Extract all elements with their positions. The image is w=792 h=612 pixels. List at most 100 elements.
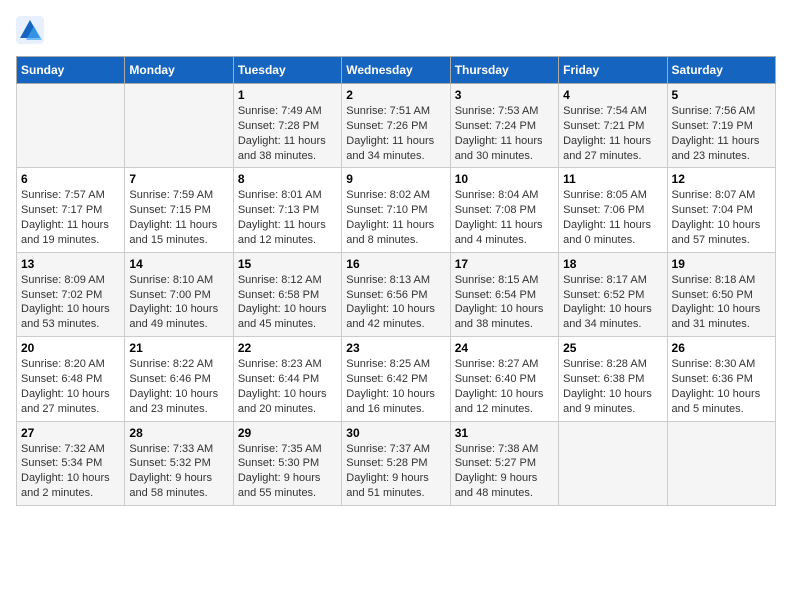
calendar-cell: 6 Sunrise: 7:57 AM Sunset: 7:17 PM Daylig… <box>17 168 125 252</box>
day-number: 9 <box>346 172 445 186</box>
day-number: 2 <box>346 88 445 102</box>
day-info: Sunrise: 8:02 AM Sunset: 7:10 PM Dayligh… <box>346 188 445 247</box>
page-header <box>16 16 776 44</box>
calendar-cell: 19 Sunrise: 8:18 AM Sunset: 6:50 PM Dayli… <box>667 252 775 336</box>
calendar-cell: 10 Sunrise: 8:04 AM Sunset: 7:08 PM Dayli… <box>450 168 558 252</box>
day-info: Sunrise: 8:10 AM Sunset: 7:00 PM Dayligh… <box>129 273 228 332</box>
day-info: Sunrise: 7:59 AM Sunset: 7:15 PM Dayligh… <box>129 188 228 247</box>
calendar-cell: 3 Sunrise: 7:53 AM Sunset: 7:24 PM Daylig… <box>450 84 558 168</box>
day-number: 26 <box>672 341 771 355</box>
day-info: Sunrise: 7:53 AM Sunset: 7:24 PM Dayligh… <box>455 104 554 163</box>
calendar-cell <box>667 421 775 505</box>
calendar-cell: 28Sunrise: 7:33 AM Sunset: 5:32 PM Dayli… <box>125 421 233 505</box>
day-info: Sunrise: 8:20 AM Sunset: 6:48 PM Dayligh… <box>21 357 120 416</box>
day-info: Sunrise: 7:32 AM Sunset: 5:34 PM Dayligh… <box>21 442 120 501</box>
col-header-monday: Monday <box>125 57 233 84</box>
day-info: Sunrise: 8:07 AM Sunset: 7:04 PM Dayligh… <box>672 188 771 247</box>
calendar-cell: 4 Sunrise: 7:54 AM Sunset: 7:21 PM Daylig… <box>559 84 667 168</box>
calendar-cell <box>125 84 233 168</box>
day-number: 6 <box>21 172 120 186</box>
day-number: 14 <box>129 257 228 271</box>
day-number: 21 <box>129 341 228 355</box>
day-number: 25 <box>563 341 662 355</box>
day-info: Sunrise: 8:28 AM Sunset: 6:38 PM Dayligh… <box>563 357 662 416</box>
day-info: Sunrise: 8:25 AM Sunset: 6:42 PM Dayligh… <box>346 357 445 416</box>
day-number: 10 <box>455 172 554 186</box>
col-header-saturday: Saturday <box>667 57 775 84</box>
calendar-cell: 27 Sunrise: 7:32 AM Sunset: 5:34 PM Dayli… <box>17 421 125 505</box>
day-number: 29 <box>238 426 337 440</box>
day-info: Sunrise: 8:18 AM Sunset: 6:50 PM Dayligh… <box>672 273 771 332</box>
day-number: 28 <box>129 426 228 440</box>
calendar-cell: 21 Sunrise: 8:22 AM Sunset: 6:46 PM Dayli… <box>125 337 233 421</box>
calendar-cell: 24 Sunrise: 8:27 AM Sunset: 6:40 PM Dayli… <box>450 337 558 421</box>
day-number: 27 <box>21 426 120 440</box>
col-header-tuesday: Tuesday <box>233 57 341 84</box>
day-number: 5 <box>672 88 771 102</box>
week-row-1: 1 Sunrise: 7:49 AM Sunset: 7:28 PM Daylig… <box>17 84 776 168</box>
day-number: 23 <box>346 341 445 355</box>
day-info: Sunrise: 8:04 AM Sunset: 7:08 PM Dayligh… <box>455 188 554 247</box>
day-info: Sunrise: 8:17 AM Sunset: 6:52 PM Dayligh… <box>563 273 662 332</box>
day-number: 20 <box>21 341 120 355</box>
calendar-cell: 30 Sunrise: 7:37 AM Sunset: 5:28 PM Dayli… <box>342 421 450 505</box>
calendar-cell <box>17 84 125 168</box>
day-info: Sunrise: 8:27 AM Sunset: 6:40 PM Dayligh… <box>455 357 554 416</box>
day-number: 17 <box>455 257 554 271</box>
col-header-thursday: Thursday <box>450 57 558 84</box>
day-info: Sunrise: 8:12 AM Sunset: 6:58 PM Dayligh… <box>238 273 337 332</box>
calendar-cell: 14 Sunrise: 8:10 AM Sunset: 7:00 PM Dayli… <box>125 252 233 336</box>
calendar-cell: 17Sunrise: 8:15 AM Sunset: 6:54 PM Dayli… <box>450 252 558 336</box>
day-number: 22 <box>238 341 337 355</box>
col-header-sunday: Sunday <box>17 57 125 84</box>
calendar-cell: 5 Sunrise: 7:56 AM Sunset: 7:19 PM Daylig… <box>667 84 775 168</box>
day-number: 3 <box>455 88 554 102</box>
day-info: Sunrise: 7:38 AM Sunset: 5:27 PM Dayligh… <box>455 442 554 501</box>
day-number: 24 <box>455 341 554 355</box>
calendar-cell: 22 Sunrise: 8:23 AM Sunset: 6:44 PM Dayli… <box>233 337 341 421</box>
day-number: 13 <box>21 257 120 271</box>
calendar-cell: 11 Sunrise: 8:05 AM Sunset: 7:06 PM Dayli… <box>559 168 667 252</box>
day-info: Sunrise: 7:49 AM Sunset: 7:28 PM Dayligh… <box>238 104 337 163</box>
calendar-cell: 1 Sunrise: 7:49 AM Sunset: 7:28 PM Daylig… <box>233 84 341 168</box>
day-number: 18 <box>563 257 662 271</box>
calendar-cell: 8Sunrise: 8:01 AM Sunset: 7:13 PM Daylig… <box>233 168 341 252</box>
day-number: 19 <box>672 257 771 271</box>
day-info: Sunrise: 8:01 AM Sunset: 7:13 PM Dayligh… <box>238 188 337 247</box>
day-number: 1 <box>238 88 337 102</box>
week-row-2: 6 Sunrise: 7:57 AM Sunset: 7:17 PM Daylig… <box>17 168 776 252</box>
day-info: Sunrise: 7:56 AM Sunset: 7:19 PM Dayligh… <box>672 104 771 163</box>
day-info: Sunrise: 8:05 AM Sunset: 7:06 PM Dayligh… <box>563 188 662 247</box>
day-info: Sunrise: 7:54 AM Sunset: 7:21 PM Dayligh… <box>563 104 662 163</box>
day-info: Sunrise: 8:22 AM Sunset: 6:46 PM Dayligh… <box>129 357 228 416</box>
day-info: Sunrise: 7:37 AM Sunset: 5:28 PM Dayligh… <box>346 442 445 501</box>
calendar-cell: 26 Sunrise: 8:30 AM Sunset: 6:36 PM Dayli… <box>667 337 775 421</box>
day-info: Sunrise: 8:23 AM Sunset: 6:44 PM Dayligh… <box>238 357 337 416</box>
calendar-cell: 18 Sunrise: 8:17 AM Sunset: 6:52 PM Dayli… <box>559 252 667 336</box>
day-number: 4 <box>563 88 662 102</box>
calendar-cell <box>559 421 667 505</box>
header-row: SundayMondayTuesdayWednesdayThursdayFrid… <box>17 57 776 84</box>
calendar-cell: 12 Sunrise: 8:07 AM Sunset: 7:04 PM Dayli… <box>667 168 775 252</box>
calendar-cell: 31Sunrise: 7:38 AM Sunset: 5:27 PM Dayli… <box>450 421 558 505</box>
week-row-4: 20 Sunrise: 8:20 AM Sunset: 6:48 PM Dayli… <box>17 337 776 421</box>
day-number: 30 <box>346 426 445 440</box>
day-info: Sunrise: 7:57 AM Sunset: 7:17 PM Dayligh… <box>21 188 120 247</box>
calendar-cell: 7 Sunrise: 7:59 AM Sunset: 7:15 PM Daylig… <box>125 168 233 252</box>
calendar-cell: 29 Sunrise: 7:35 AM Sunset: 5:30 PM Dayli… <box>233 421 341 505</box>
day-number: 12 <box>672 172 771 186</box>
day-number: 15 <box>238 257 337 271</box>
day-number: 11 <box>563 172 662 186</box>
day-number: 7 <box>129 172 228 186</box>
day-info: Sunrise: 7:35 AM Sunset: 5:30 PM Dayligh… <box>238 442 337 501</box>
calendar-table: SundayMondayTuesdayWednesdayThursdayFrid… <box>16 56 776 506</box>
logo <box>16 16 48 44</box>
col-header-friday: Friday <box>559 57 667 84</box>
calendar-cell: 16Sunrise: 8:13 AM Sunset: 6:56 PM Dayli… <box>342 252 450 336</box>
calendar-cell: 9 Sunrise: 8:02 AM Sunset: 7:10 PM Daylig… <box>342 168 450 252</box>
logo-icon <box>16 16 44 44</box>
day-info: Sunrise: 8:30 AM Sunset: 6:36 PM Dayligh… <box>672 357 771 416</box>
col-header-wednesday: Wednesday <box>342 57 450 84</box>
calendar-cell: 15 Sunrise: 8:12 AM Sunset: 6:58 PM Dayli… <box>233 252 341 336</box>
calendar-cell: 25 Sunrise: 8:28 AM Sunset: 6:38 PM Dayli… <box>559 337 667 421</box>
